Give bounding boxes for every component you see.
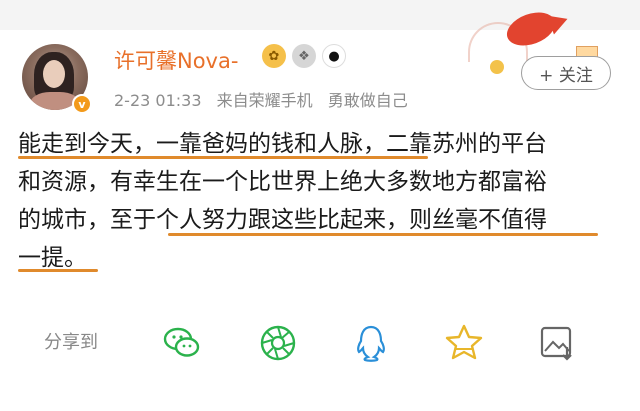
user-badges: ✿ ❖ ● (262, 44, 346, 68)
user-tagline: 勇敢做自己 (327, 91, 408, 110)
qq-icon[interactable] (349, 321, 393, 365)
highlight-underline (168, 233, 598, 236)
verified-badge-icon: v (72, 94, 92, 114)
post-line: 和资源，有幸生在一个比世界上绝大多数地方都富裕 (18, 169, 547, 195)
coin-icon (490, 60, 504, 74)
highlight-underline (18, 269, 98, 272)
weibo-post-card: v 许可馨Nova- ✿ ❖ ● 2-23 01:33 来自荣耀手机 勇敢做自己… (0, 0, 640, 411)
post-time: 2-23 01:33 (114, 91, 202, 110)
post-text: 能走到今天，一靠爸妈的钱和人脉，二靠苏州的平台 和资源，有幸生在一个比世界上绝大… (18, 125, 628, 277)
share-bar: 分享到 (0, 315, 640, 375)
favorite-icon[interactable] (442, 321, 486, 365)
moments-icon[interactable] (256, 321, 300, 365)
highlight-underline (18, 156, 428, 159)
follow-button[interactable]: + 关注 (521, 56, 611, 90)
post-source[interactable]: 来自荣耀手机 (217, 91, 313, 110)
panda-icon[interactable]: ● (322, 44, 346, 68)
gold-badge-icon[interactable]: ✿ (262, 44, 286, 68)
avatar-face (43, 60, 65, 88)
wechat-icon[interactable] (160, 321, 204, 365)
silver-badge-icon[interactable]: ❖ (292, 44, 316, 68)
post-line: 一提。 (18, 245, 87, 271)
post-meta: 2-23 01:33 来自荣耀手机 勇敢做自己 (114, 87, 418, 111)
share-label: 分享到 (44, 332, 98, 353)
username[interactable]: 许可馨Nova- (114, 45, 238, 75)
save-image-icon[interactable] (535, 321, 579, 365)
